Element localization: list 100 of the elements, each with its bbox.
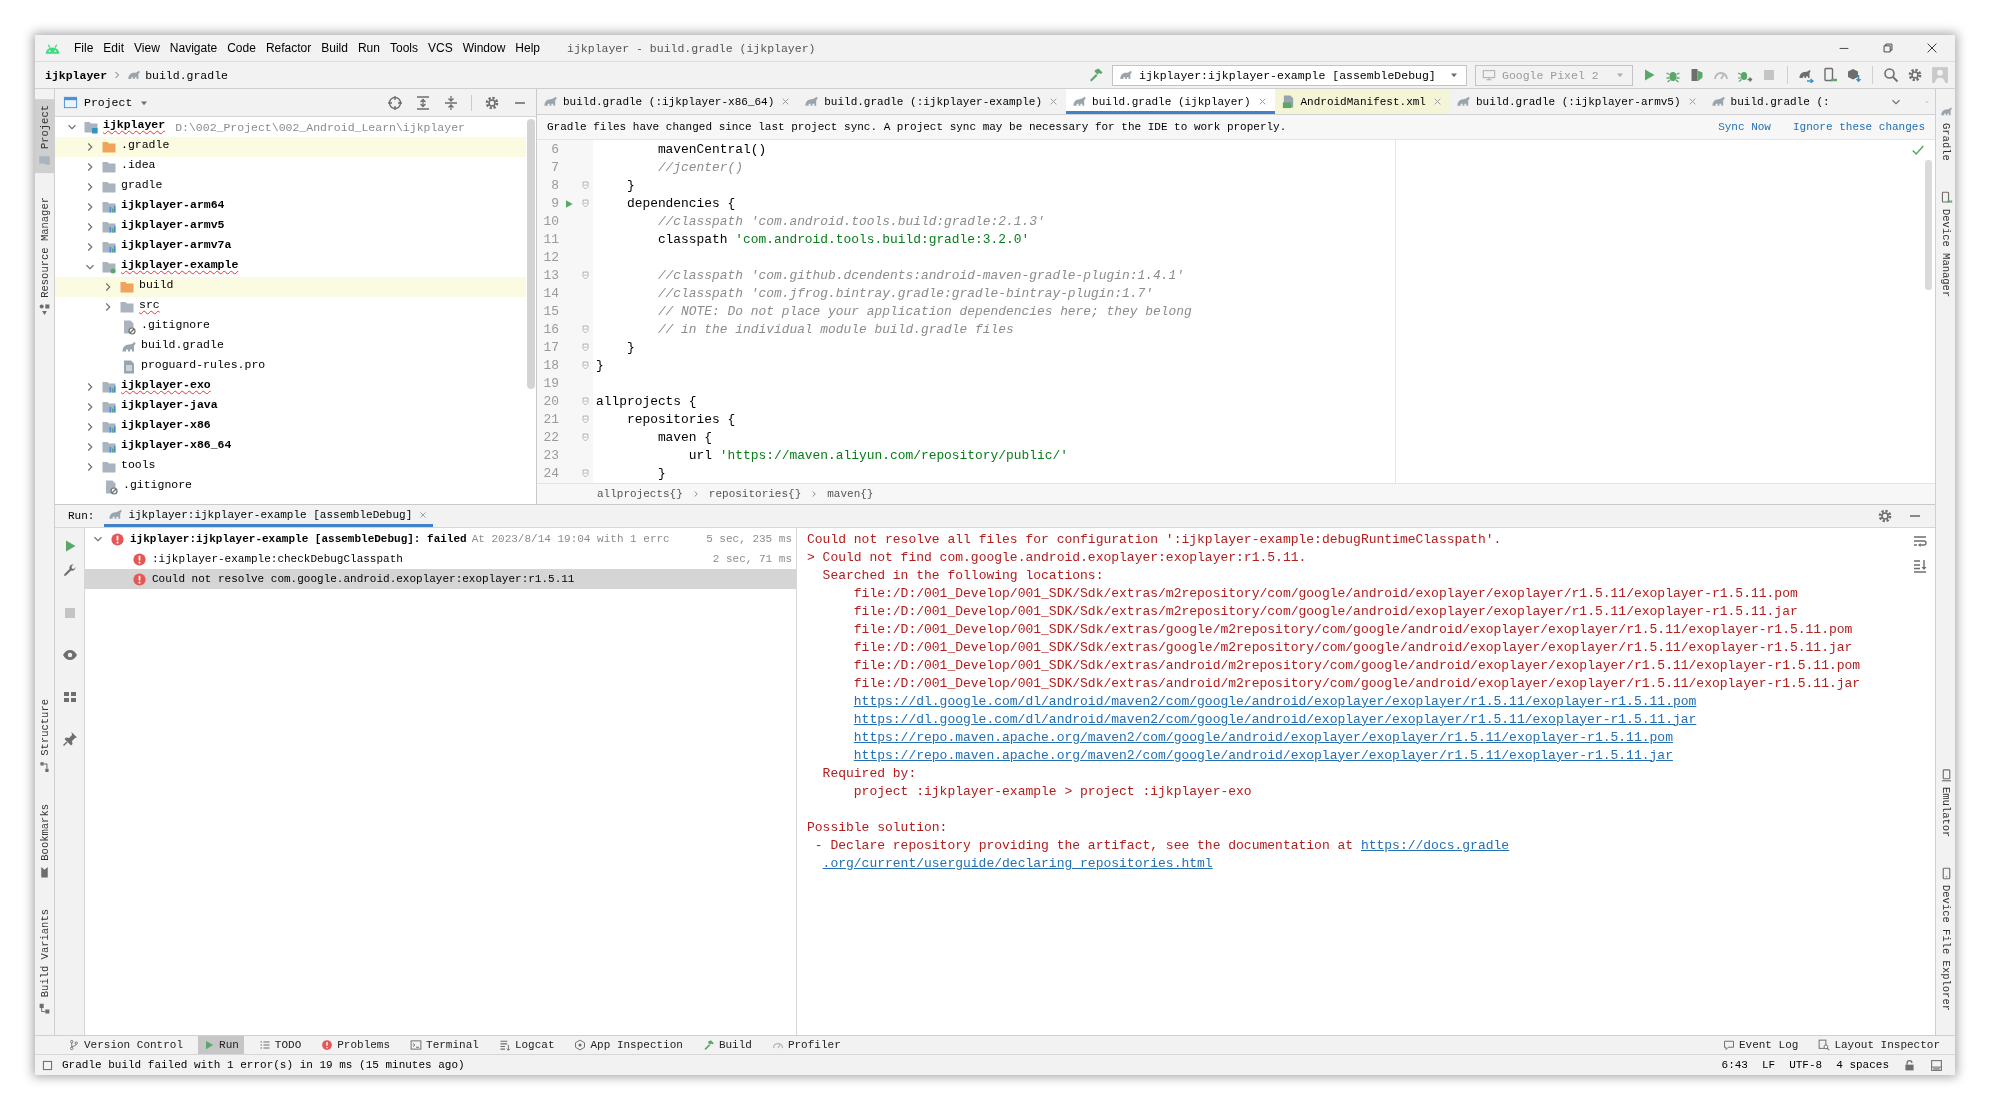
- scrollbar[interactable]: [1925, 159, 1932, 290]
- menu-item[interactable]: Build: [316, 41, 353, 55]
- status-item[interactable]: 4 spaces: [1836, 1059, 1889, 1071]
- panel-title[interactable]: Project: [84, 96, 133, 109]
- output-link[interactable]: https://dl.google.com/dl/android/maven2/com/google/android/exoplayer/exoplayer/r1.5.11/exoplayer-r1.5.11.pom: [853, 693, 1697, 709]
- tree-item[interactable]: .gitignore: [141, 318, 210, 336]
- wrench-icon[interactable]: [61, 563, 78, 579]
- tool-window-tab[interactable]: Device File Explorer: [1936, 860, 1955, 1017]
- panel-icon[interactable]: [1930, 1058, 1943, 1072]
- status-item[interactable]: UTF-8: [1789, 1059, 1823, 1071]
- pin-icon[interactable]: [61, 731, 78, 747]
- breadcrumb[interactable]: build.gradle: [145, 68, 228, 82]
- tree-item[interactable]: .idea: [121, 158, 156, 176]
- menu-item[interactable]: File: [69, 41, 99, 55]
- tree-item[interactable]: .gradle: [121, 138, 170, 156]
- build-tree-row[interactable]: Could not resolve com.google.android.exoplayer:exoplayer:r1.5.11: [85, 569, 796, 589]
- sdk-manager-icon[interactable]: [1846, 67, 1862, 83]
- tree-item[interactable]: ijkplayer-arm64: [121, 198, 225, 216]
- tree-item[interactable]: ijkplayer-example: [121, 258, 239, 276]
- tool-window-tab[interactable]: Profiler: [766, 1035, 846, 1055]
- tool-window-tab[interactable]: Problems: [316, 1035, 396, 1055]
- status-item[interactable]: LF: [1761, 1059, 1776, 1071]
- settings-icon[interactable]: [1907, 67, 1923, 83]
- fold-marker-icon[interactable]: [579, 342, 591, 354]
- gradle-sync-icon[interactable]: [1798, 67, 1814, 83]
- search-icon[interactable]: [1883, 67, 1899, 83]
- tool-window-tab[interactable]: Event Log: [1717, 1035, 1804, 1055]
- build-tree-row[interactable]: ijkplayer:ijkplayer-example [assembleDebug]: failed At 2023/8/14 19:04 with 1 errc 5 sec, 235 ms: [85, 529, 796, 549]
- fold-marker-icon[interactable]: [579, 270, 591, 282]
- fold-marker-icon[interactable]: [579, 396, 591, 408]
- tool-window-tab[interactable]: Bookmarks: [35, 798, 55, 885]
- fold-marker-icon[interactable]: [579, 180, 591, 192]
- hammer-icon[interactable]: [1088, 67, 1104, 83]
- menu-item[interactable]: View: [129, 41, 165, 55]
- fold-marker-icon[interactable]: [579, 432, 591, 444]
- tree-item[interactable]: src: [139, 298, 160, 316]
- run-configuration-dropdown[interactable]: ijkplayer:ijkplayer-example [assembleDebug]: [1112, 64, 1467, 86]
- fold-marker-icon[interactable]: [579, 414, 591, 426]
- locate-icon[interactable]: [387, 94, 403, 111]
- notification-link[interactable]: Ignore these changes: [1792, 120, 1925, 133]
- tree-item[interactable]: build.gradle: [141, 338, 224, 356]
- tool-window-tab[interactable]: Structure: [35, 693, 55, 781]
- tool-window-tab[interactable]: Gradle: [1936, 99, 1955, 167]
- menu-item[interactable]: Window: [457, 41, 511, 55]
- tree-item[interactable]: gradle: [121, 178, 163, 196]
- tree-item[interactable]: ijkplayer-exo: [121, 378, 211, 396]
- output-link[interactable]: https://dl.google.com/dl/android/maven2/com/google/android/exoplayer/exoplayer/r1.5.11/exoplayer-r1.5.11.jar: [853, 711, 1697, 727]
- square-icon[interactable]: [41, 1058, 54, 1072]
- expand-all-icon[interactable]: [415, 94, 431, 111]
- run-tab[interactable]: ijkplayer:ijkplayer-example [assembleDebug]: [104, 505, 434, 527]
- editor-tab[interactable]: build.gradle (:ijkplayer-x86_64): [537, 89, 799, 115]
- output-link[interactable]: https://docs.gradle: [1360, 837, 1510, 853]
- editor-tab[interactable]: build.gradle (:: [1704, 89, 1836, 115]
- output-link[interactable]: https://repo.maven.apache.org/maven2/com/google/android/exoplayer/exoplayer/r1.5.11/exoplayer-r1.5.11.pom: [853, 729, 1673, 745]
- menu-item[interactable]: Code: [222, 41, 261, 55]
- tool-window-tab[interactable]: Project: [35, 99, 55, 174]
- menu-item[interactable]: Help: [510, 41, 546, 55]
- menu-item[interactable]: Edit: [98, 41, 130, 55]
- editor-tab[interactable]: AndroidManifest.xml: [1274, 89, 1450, 115]
- menu-item[interactable]: VCS: [422, 41, 458, 55]
- fold-marker-icon[interactable]: [579, 324, 591, 336]
- tree-item[interactable]: .gitignore: [123, 478, 192, 496]
- tool-window-tab[interactable]: Build Variants: [35, 902, 55, 1021]
- tree-item[interactable]: ijkplayer: [103, 118, 166, 136]
- collapse-all-icon[interactable]: [443, 94, 459, 111]
- fold-marker-icon[interactable]: [579, 468, 591, 480]
- tool-window-tab[interactable]: TODO: [253, 1035, 307, 1055]
- breadcrumb[interactable]: ijkplayer: [45, 68, 108, 82]
- restore-icon[interactable]: [1881, 41, 1895, 55]
- lock-icon[interactable]: [1903, 1058, 1916, 1072]
- tool-window-tab[interactable]: Resource Manager: [35, 191, 55, 322]
- scrollbar[interactable]: [527, 119, 535, 389]
- editor-tab[interactable]: build.gradle (:ijkplayer-armv5): [1449, 89, 1705, 115]
- menu-item[interactable]: Tools: [384, 41, 423, 55]
- output-link[interactable]: https://repo.maven.apache.org/maven2/com/google/android/exoplayer/exoplayer/r1.5.11/exoplayer-r1.5.11.jar: [853, 747, 1673, 763]
- tree-item[interactable]: ijkplayer-armv5: [121, 218, 225, 236]
- fold-marker-icon[interactable]: [579, 198, 591, 210]
- output-link[interactable]: .org/current/userguide/declaring_repositories.html: [822, 855, 1213, 871]
- tool-window-tab[interactable]: Run: [198, 1035, 244, 1055]
- close-icon[interactable]: [1925, 41, 1939, 55]
- tool-window-tab[interactable]: Emulator: [1936, 762, 1955, 843]
- tree-item[interactable]: ijkplayer-java: [121, 398, 218, 416]
- tool-window-tab[interactable]: Terminal: [405, 1035, 484, 1055]
- menu-item[interactable]: Refactor: [260, 41, 317, 55]
- breadcrumb[interactable]: allprojects{}: [597, 487, 683, 500]
- notification-link[interactable]: Sync Now: [1718, 120, 1771, 133]
- tool-window-tab[interactable]: Logcat: [493, 1035, 560, 1055]
- editor-tab[interactable]: build.gradle (:ijkplayer-example): [798, 89, 1067, 115]
- tool-window-tab[interactable]: Version Control: [63, 1035, 189, 1055]
- tool-window-tab[interactable]: App Inspection: [569, 1035, 688, 1055]
- tree-item[interactable]: ijkplayer-x86: [121, 418, 211, 436]
- eye-icon[interactable]: [61, 647, 78, 663]
- menu-item[interactable]: Navigate: [164, 41, 223, 55]
- settings-icon[interactable]: [484, 94, 500, 111]
- status-item[interactable]: 6:43: [1721, 1059, 1748, 1071]
- soft-wrap-icon[interactable]: [1912, 534, 1928, 550]
- breadcrumb[interactable]: maven{}: [827, 487, 874, 500]
- device-manager-icon[interactable]: [1822, 67, 1838, 83]
- tree-item[interactable]: tools: [121, 458, 156, 476]
- tool-window-tab[interactable]: Device Manager: [1936, 184, 1955, 304]
